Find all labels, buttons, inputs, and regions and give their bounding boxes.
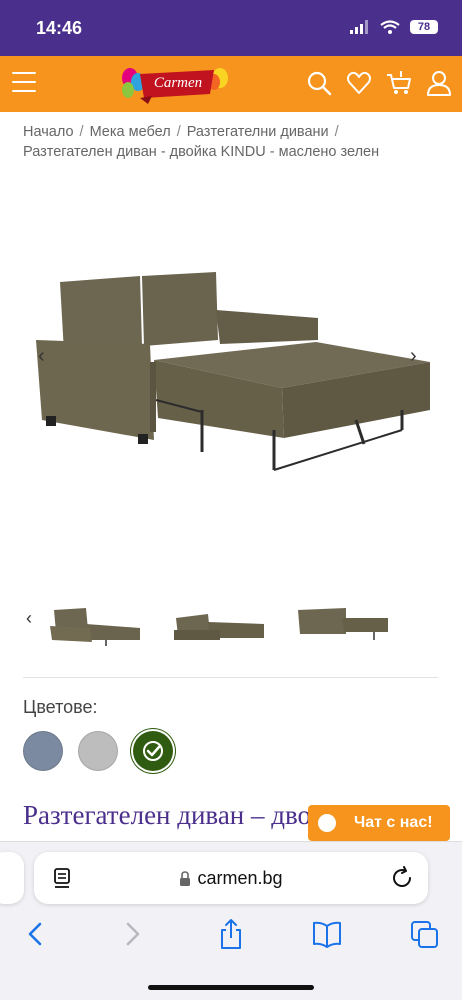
breadcrumb-current: Разтегателен диван - двойка KINDU - масл…: [23, 144, 380, 160]
status-icons: 78: [350, 20, 438, 34]
product-main-image[interactable]: [30, 270, 440, 480]
browser-toolbar: carmen.bg: [0, 841, 462, 1000]
color-swatch-blue-grey[interactable]: [23, 731, 63, 771]
search-icon[interactable]: [306, 70, 332, 96]
chat-label: Чат с нас!: [354, 814, 433, 831]
thumbnails-prev-button[interactable]: ‹: [26, 608, 32, 629]
divider: [23, 677, 438, 678]
thumbnail-strip: ‹: [0, 596, 462, 652]
logo-text: Carmen: [153, 75, 203, 91]
breadcrumb-separator: /: [79, 124, 84, 140]
reload-icon[interactable]: [390, 866, 414, 890]
wifi-icon: [380, 20, 400, 34]
breadcrumb-separator: /: [334, 124, 339, 140]
previous-tab-preview[interactable]: [0, 852, 24, 904]
forward-icon[interactable]: [118, 918, 148, 950]
site-header: Carmen: [0, 56, 462, 112]
check-icon: [143, 741, 163, 761]
lock-icon: [180, 870, 191, 886]
breadcrumb-sofa-beds[interactable]: Разтегателни дивани: [187, 124, 329, 140]
user-icon[interactable]: [426, 70, 452, 96]
thumbnail-1[interactable]: [46, 600, 144, 648]
address-bar[interactable]: carmen.bg: [34, 852, 428, 904]
gallery-next-button[interactable]: ›: [410, 345, 417, 368]
color-swatch-olive-green[interactable]: [133, 731, 173, 771]
cart-icon[interactable]: [386, 70, 412, 96]
color-swatch-light-grey[interactable]: [78, 731, 118, 771]
url-text: carmen.bg: [197, 867, 283, 888]
thumbnail-3[interactable]: [294, 600, 392, 648]
url-display[interactable]: carmen.bg: [34, 852, 428, 904]
back-icon[interactable]: [20, 918, 50, 950]
home-indicator[interactable]: [148, 985, 314, 990]
status-time: 14:46: [36, 18, 83, 38]
colors-label: Цветове:: [23, 697, 98, 717]
heart-icon[interactable]: [346, 70, 372, 96]
thumbnail-2[interactable]: [170, 600, 268, 648]
breadcrumb-separator: /: [176, 124, 181, 140]
tabs-icon[interactable]: [410, 918, 440, 950]
chat-bubble-icon: [318, 814, 336, 832]
status-bar: 14:46 78: [0, 0, 462, 56]
battery-indicator: 78: [410, 20, 438, 34]
signal-icon: [350, 20, 368, 34]
breadcrumb: Начало / Мека мебел / Разтегателни дивани / Ра…: [23, 122, 443, 162]
share-icon[interactable]: [216, 918, 246, 950]
browser-nav-row: [0, 918, 462, 954]
gallery-prev-button[interactable]: ‹: [38, 345, 45, 368]
breadcrumb-soft-furniture[interactable]: Мека мебел: [90, 124, 171, 140]
header-icons: [306, 70, 452, 96]
chat-button[interactable]: Чат с нас!: [308, 805, 450, 841]
breadcrumb-home[interactable]: Начало: [23, 124, 74, 140]
bookmarks-icon[interactable]: [312, 918, 342, 950]
menu-icon[interactable]: [12, 72, 36, 92]
